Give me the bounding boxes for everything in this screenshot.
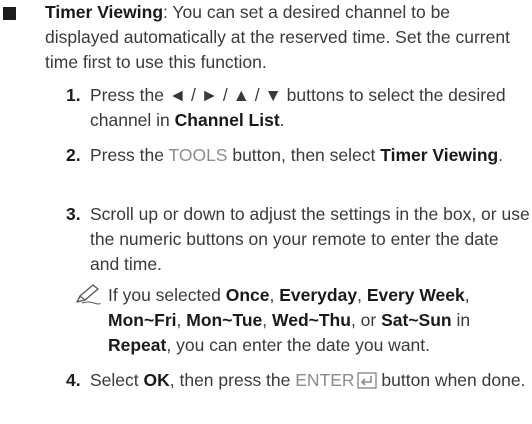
- step-1: 1. Press the ◄ / ► / ▲ / ▼ buttons to se…: [66, 85, 506, 130]
- repeat-menu-label: Repeat: [108, 335, 167, 355]
- repeat-option: Wed~Thu: [272, 310, 351, 330]
- intro-title: Timer Viewing: [45, 2, 164, 22]
- note: If you selected Once, Everyday, Every We…: [76, 283, 528, 358]
- intro-paragraph: Timer Viewing: You can set a desired cha…: [45, 0, 525, 75]
- step-number: 1.: [66, 85, 81, 105]
- step-4: 4. Select OK, then press the ENTER butto…: [66, 368, 530, 393]
- enter-key-label: ENTER: [295, 370, 355, 390]
- tools-key-label: TOOLS: [168, 145, 228, 165]
- repeat-option: Every Week: [366, 285, 465, 305]
- repeat-option: Everyday: [279, 285, 358, 305]
- step-number: 3.: [66, 204, 81, 224]
- step-2: 2. Press the TOOLS button, then select T…: [66, 143, 530, 168]
- repeat-option: Once: [225, 285, 270, 305]
- step-text: Select: [90, 370, 144, 390]
- timer-viewing-label: Timer Viewing: [380, 145, 499, 165]
- repeat-option: Mon~Tue: [186, 310, 263, 330]
- step-text: Press the: [90, 145, 169, 165]
- enter-key-icon: [356, 372, 377, 389]
- repeat-option: Mon~Fri: [108, 310, 177, 330]
- ok-label: OK: [143, 370, 170, 390]
- pencil-note-icon: [76, 284, 101, 305]
- step-number: 2.: [66, 145, 81, 165]
- repeat-option: Sat~Sun: [381, 310, 452, 330]
- step-number: 4.: [66, 370, 81, 390]
- step-text: Press the ◄ / ► / ▲ / ▼ buttons to selec…: [90, 85, 506, 130]
- step-text: Scroll up or down to adjust the settings…: [90, 204, 530, 274]
- step-3: 3. Scroll up or down to adjust the setti…: [66, 202, 530, 277]
- square-bullet-icon: [3, 7, 16, 20]
- channel-list-label: Channel List: [174, 110, 280, 130]
- manual-page: Timer Viewing: You can set a desired cha…: [0, 0, 532, 424]
